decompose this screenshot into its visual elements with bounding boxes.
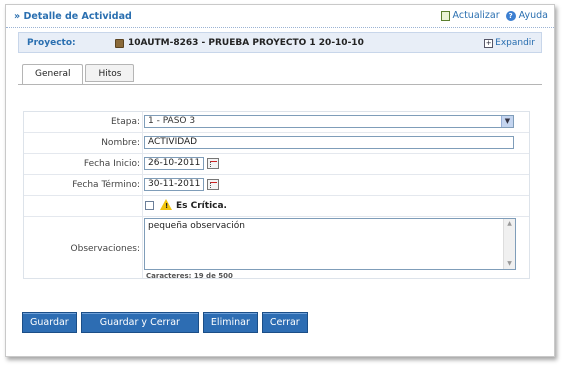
critica-row: ! Es Crítica. [24, 195, 529, 217]
fecha-inicio-row: Fecha Inicio: 26-10-2011 [24, 153, 529, 175]
chevron-down-icon[interactable]: ▼ [501, 116, 513, 127]
critica-checkbox[interactable] [145, 201, 154, 210]
fecha-termino-label: Fecha Término: [72, 180, 140, 190]
activity-detail-window: » Detalle de Actividad Actualizar ? Ayud… [5, 4, 555, 357]
etapa-select[interactable]: 1 - PASO 3 ▼ [144, 115, 514, 128]
tab-divider [18, 84, 542, 85]
fecha-inicio-label: Fecha Inicio: [83, 159, 140, 169]
delete-button[interactable]: Eliminar [202, 312, 258, 333]
tab-strip: General Hitos [22, 64, 136, 85]
observaciones-row: Observaciones: pequeña observación ▲ ▼ C… [24, 216, 529, 280]
etapa-row: Etapa: 1 - PASO 3 ▼ [24, 112, 529, 133]
close-button[interactable]: Cerrar [261, 312, 308, 333]
textarea-scrollbar[interactable]: ▲ ▼ [503, 219, 515, 269]
nombre-input[interactable]: ACTIVIDAD [144, 136, 514, 149]
project-bar: Proyecto: 10AUTM-8263 - PRUEBA PROYECTO … [18, 32, 542, 53]
tab-general[interactable]: General [22, 64, 84, 85]
calendar-icon[interactable] [207, 179, 219, 190]
help-link[interactable]: ? Ayuda [505, 10, 548, 21]
tab-hitos[interactable]: Hitos [85, 64, 135, 82]
critica-label: Es Crítica. [176, 201, 227, 211]
project-label: Proyecto: [27, 38, 76, 48]
expand-link[interactable]: + Expandir [484, 38, 535, 48]
project-folder-icon [115, 38, 124, 48]
top-links: Actualizar ? Ayuda [440, 10, 548, 21]
document-refresh-icon [440, 10, 450, 21]
nombre-label: Nombre: [101, 138, 140, 148]
character-counter: Caracteres: 19 de 500 [146, 272, 233, 280]
etapa-selected-value: 1 - PASO 3 [148, 116, 196, 126]
fecha-inicio-input[interactable]: 26-10-2011 [144, 157, 204, 170]
action-buttons: Guardar Guardar y Cerrar Eliminar Cerrar [22, 312, 308, 333]
refresh-label: Actualizar [452, 10, 500, 21]
activity-form: Etapa: 1 - PASO 3 ▼ Nombre: ACTIVIDAD Fe… [23, 111, 530, 280]
help-label: Ayuda [518, 10, 548, 21]
calendar-icon[interactable] [207, 158, 219, 169]
fecha-termino-row: Fecha Término: 30-11-2011 [24, 174, 529, 196]
scroll-down-icon[interactable]: ▼ [504, 259, 515, 269]
observaciones-text: pequeña observación [148, 221, 245, 231]
scroll-up-icon[interactable]: ▲ [504, 219, 515, 229]
etapa-label: Etapa: [111, 117, 140, 127]
refresh-link[interactable]: Actualizar [440, 10, 500, 21]
fecha-termino-input[interactable]: 30-11-2011 [144, 178, 204, 191]
page-title: » Detalle de Actividad [14, 11, 132, 22]
title-bar: » Detalle de Actividad Actualizar ? Ayud… [6, 5, 554, 28]
save-button[interactable]: Guardar [22, 312, 77, 333]
expand-label: Expandir [495, 38, 535, 48]
nombre-row: Nombre: ACTIVIDAD [24, 132, 529, 154]
save-close-button[interactable]: Guardar y Cerrar [80, 312, 199, 333]
plus-icon: + [484, 38, 494, 48]
project-name: 10AUTM-8263 - PRUEBA PROYECTO 1 20-10-10 [128, 38, 364, 48]
observaciones-textarea[interactable]: pequeña observación ▲ ▼ [144, 218, 516, 270]
help-icon: ? [505, 10, 516, 21]
observaciones-label: Observaciones: [70, 244, 140, 254]
project-value: 10AUTM-8263 - PRUEBA PROYECTO 1 20-10-10 [115, 38, 364, 48]
